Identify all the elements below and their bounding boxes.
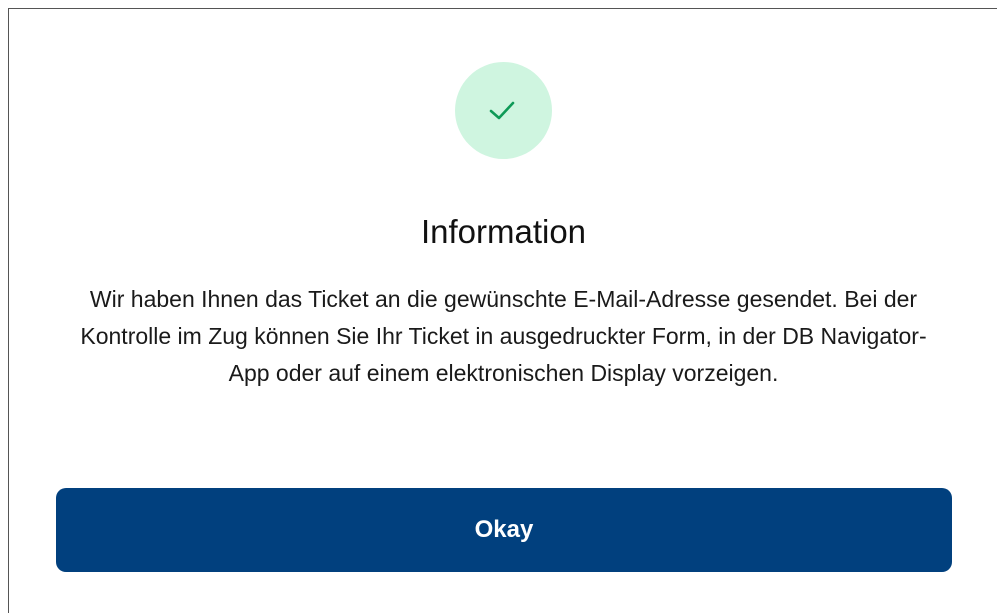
success-status-badge xyxy=(455,62,552,159)
dialog-title: Information xyxy=(420,213,587,250)
check-icon xyxy=(489,101,515,120)
confirmation-dialog: Information Wir haben Ihnen das Ticket a… xyxy=(8,8,997,613)
dialog-message: Wir haben Ihnen das Ticket an die gewüns… xyxy=(80,286,927,386)
okay-button[interactable]: Okay xyxy=(56,488,952,572)
